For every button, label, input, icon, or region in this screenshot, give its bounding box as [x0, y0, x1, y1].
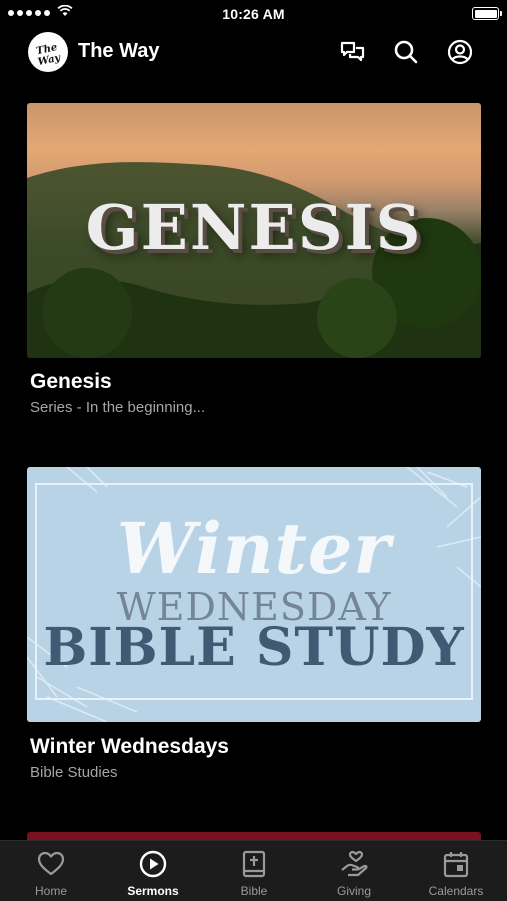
- bottom-tab-bar: Home Sermons Bible Giving Calendars: [0, 840, 507, 901]
- app-header: The Way The Way: [0, 28, 507, 78]
- tab-bible[interactable]: Bible: [224, 841, 284, 901]
- card-title: Winter Wednesdays: [30, 735, 229, 758]
- tab-sermons[interactable]: Sermons: [117, 841, 189, 901]
- winter-art-bible-study: BIBLE STUDY: [43, 617, 465, 678]
- tab-home[interactable]: Home: [21, 841, 81, 901]
- tab-label: Bible: [240, 884, 268, 898]
- tab-giving[interactable]: Giving: [324, 841, 384, 901]
- genesis-art-text: GENESIS: [85, 191, 423, 264]
- sermon-card-genesis[interactable]: GENESIS Genesis Series - In the beginnin…: [27, 103, 481, 416]
- series-artwork-genesis[interactable]: GENESIS: [27, 103, 481, 358]
- bible-icon: [242, 850, 266, 878]
- tab-label: Giving: [336, 884, 371, 898]
- status-time: 10:26 AM: [222, 6, 285, 22]
- profile-icon[interactable]: [445, 37, 475, 67]
- calendar-icon: [443, 850, 469, 878]
- series-artwork-winter[interactable]: Winter WEDNESDAY BIBLE STUDY: [27, 467, 481, 722]
- card-subtitle: Series - In the beginning...: [30, 399, 206, 416]
- logo-text: The Way: [35, 42, 62, 69]
- giving-hand-icon: [339, 850, 369, 878]
- app-title: The Way: [78, 40, 160, 62]
- church-logo[interactable]: The Way: [28, 32, 68, 72]
- tab-label: Home: [34, 884, 67, 898]
- tab-label: Sermons: [127, 884, 179, 898]
- messages-icon[interactable]: [338, 37, 368, 67]
- tab-calendars[interactable]: Calendars: [421, 841, 491, 901]
- winter-art-script: Winter: [116, 507, 392, 590]
- tab-label: Calendars: [428, 884, 484, 898]
- sermon-card-winter-wednesdays[interactable]: Winter WEDNESDAY BIBLE STUDY Winter Wedn…: [27, 467, 481, 781]
- card-subtitle: Bible Studies: [30, 764, 118, 781]
- play-circle-icon: [139, 850, 167, 878]
- search-icon[interactable]: [391, 37, 421, 67]
- heart-icon: [37, 850, 65, 878]
- card-title: Genesis: [30, 370, 112, 393]
- status-bar: 10:26 AM: [0, 0, 507, 28]
- battery-icon: [472, 7, 502, 20]
